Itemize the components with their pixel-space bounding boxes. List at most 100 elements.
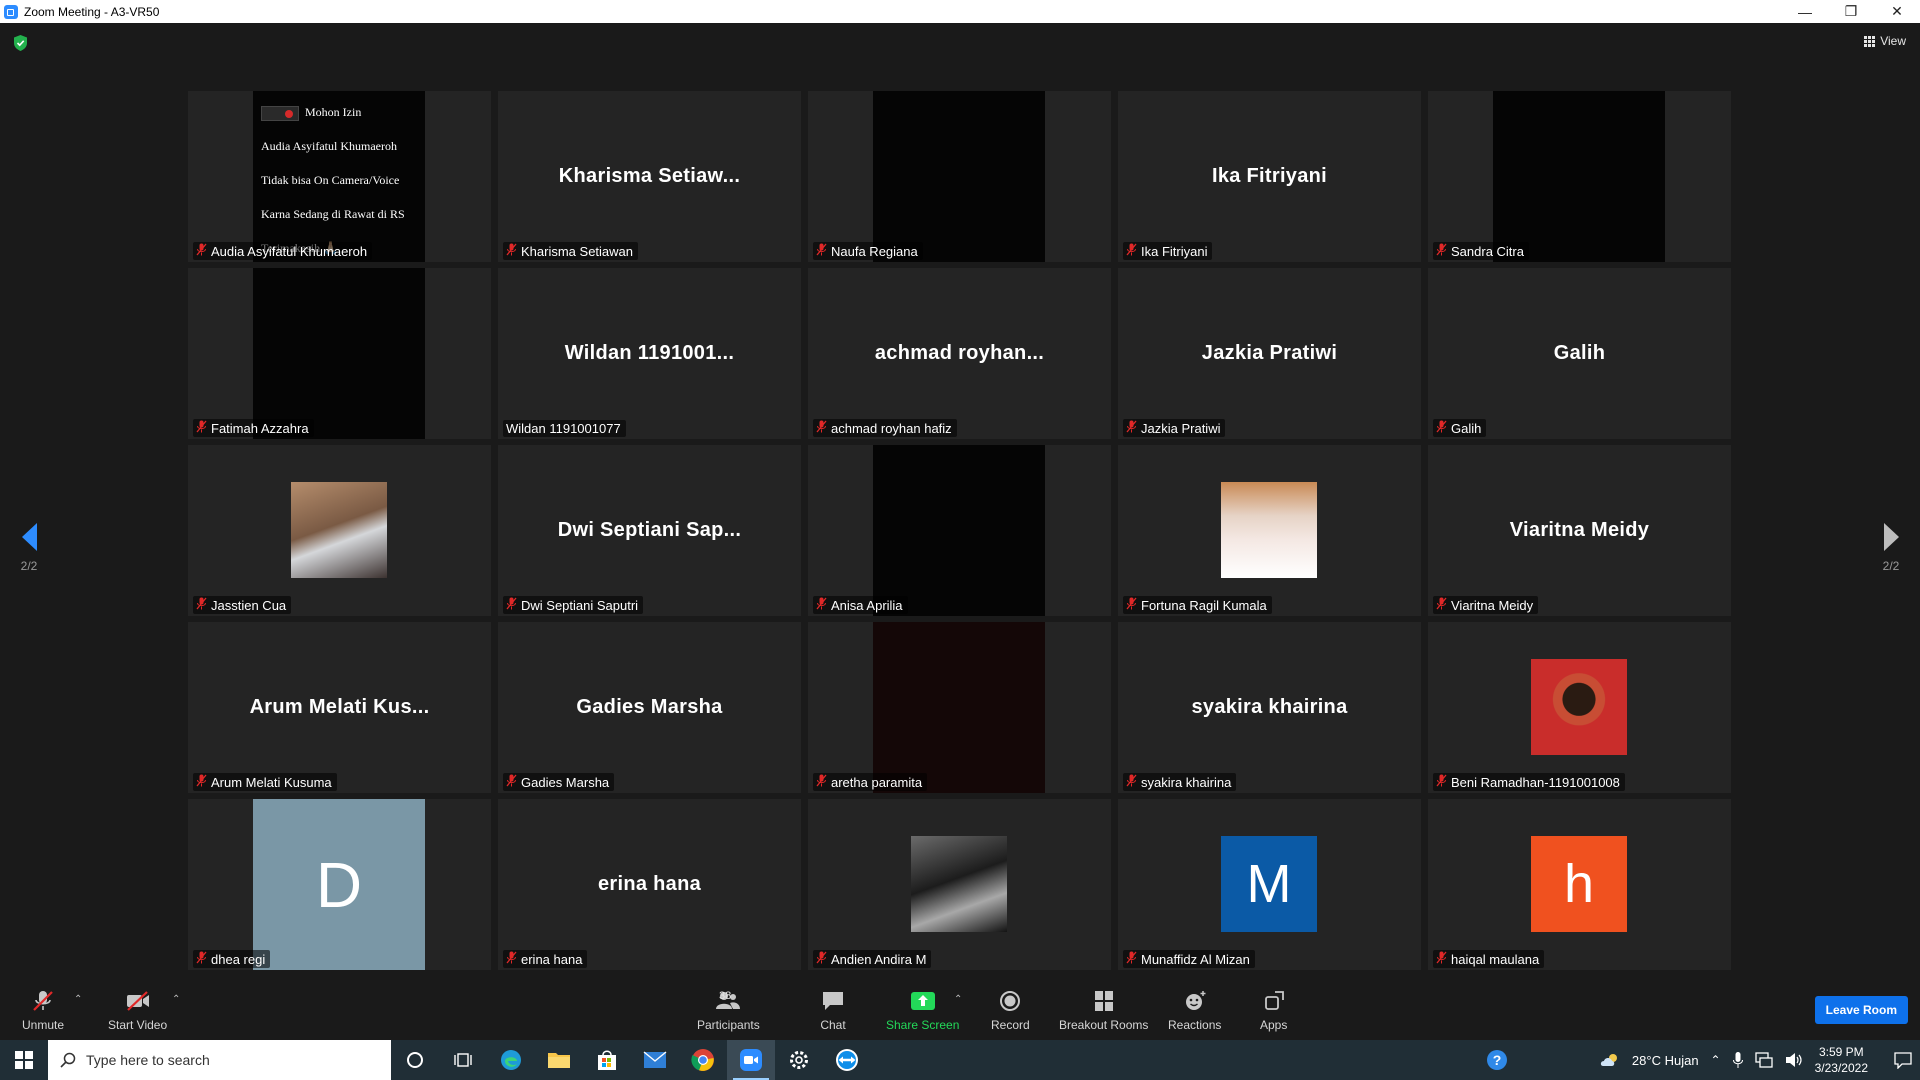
page-indicator-right: 2/2 — [1882, 559, 1900, 573]
encryption-shield-icon[interactable] — [13, 35, 28, 51]
participant-tile[interactable]: Beni Ramadhan-1191001008 — [1428, 622, 1731, 793]
mail-button[interactable] — [631, 1040, 679, 1080]
start-video-button[interactable]: Start Video — [108, 990, 167, 1032]
previous-page-button[interactable]: 2/2 — [14, 523, 44, 573]
participant-name: aretha paramita — [831, 774, 923, 790]
cortana-button[interactable] — [391, 1040, 439, 1080]
cortana-circle-icon — [407, 1052, 423, 1068]
participant-tile[interactable]: Andien Andira M — [808, 799, 1111, 970]
participant-tile[interactable]: syakira khairina syakira khairina — [1118, 622, 1421, 793]
breakout-rooms-button[interactable]: Breakout Rooms — [1059, 990, 1148, 1032]
record-label: Record — [991, 1018, 1030, 1032]
participant-tile[interactable]: Mohon Izin Audia Asyifatul Khumaeroh Tidak… — [188, 91, 491, 262]
audio-options-caret[interactable]: ⌃ — [74, 994, 82, 1005]
mic-muted-icon — [1436, 774, 1447, 790]
participant-name-label: Gadies Marsha — [503, 773, 615, 791]
participant-tile[interactable]: Gadies Marsha Gadies Marsha — [498, 622, 801, 793]
participant-name: erina hana — [521, 951, 583, 967]
participant-tile[interactable]: Dwi Septiani Sap... Dwi Septiani Saputri — [498, 445, 801, 616]
participant-name-label: Naufa Regiana — [813, 242, 923, 260]
leave-room-button[interactable]: Leave Room — [1814, 996, 1908, 1024]
chrome-button[interactable] — [679, 1040, 727, 1080]
restore-button[interactable]: ❐ — [1828, 0, 1874, 23]
clock-date: 3/23/2022 — [1814, 1061, 1868, 1075]
unmute-button[interactable]: Unmute — [22, 990, 64, 1032]
share-screen-button[interactable]: Share Screen — [886, 990, 959, 1032]
participant-display-name: Jazkia Pratiwi — [1201, 342, 1338, 364]
help-icon[interactable]: ? — [1486, 1049, 1508, 1071]
mic-muted-icon — [816, 597, 827, 613]
start-button[interactable] — [0, 1040, 48, 1080]
participant-tile[interactable]: Arum Melati Kus... Arum Melati Kusuma — [188, 622, 491, 793]
record-button[interactable]: Record — [991, 990, 1030, 1032]
participant-grid: Mohon Izin Audia Asyifatul Khumaeroh Tidak… — [188, 91, 1732, 970]
profile-photo — [291, 482, 387, 578]
participant-tile[interactable]: M Munaffidz Al Mizan — [1118, 799, 1421, 970]
participant-name-label: dhea regi — [193, 950, 271, 968]
network-icon[interactable] — [1754, 1052, 1773, 1068]
participant-tile[interactable]: Fatimah Azzahra — [188, 268, 491, 439]
participant-display-name: achmad royhan... — [874, 342, 1045, 364]
participant-tile[interactable]: Ddhea regi — [188, 799, 491, 970]
participant-name: Beni Ramadhan-1191001008 — [1451, 774, 1620, 790]
notifications-icon[interactable] — [1894, 1051, 1912, 1069]
task-view-button[interactable] — [439, 1040, 487, 1080]
minimize-button[interactable]: — — [1782, 0, 1828, 23]
microphone-tray-icon[interactable] — [1732, 1052, 1743, 1068]
window-title: Zoom Meeting - A3-VR50 — [24, 4, 160, 19]
avatar-initial: D — [253, 799, 425, 970]
participant-tile[interactable]: Galih Galih — [1428, 268, 1731, 439]
taskbar-clock[interactable]: 3:59 PM 3/23/2022 — [1815, 1044, 1868, 1076]
volume-icon[interactable] — [1785, 1052, 1803, 1068]
participant-tile[interactable]: Ika Fitriyani Ika Fitriyani — [1118, 91, 1421, 262]
participants-button[interactable]: 38 Participants — [697, 990, 760, 1032]
next-page-button[interactable]: 2/2 — [1876, 523, 1906, 573]
share-options-caret[interactable]: ⌃ — [954, 994, 962, 1005]
apps-button[interactable]: Apps — [1260, 990, 1287, 1032]
teamviewer-button[interactable] — [823, 1040, 871, 1080]
video-options-caret[interactable]: ⌃ — [172, 994, 180, 1005]
participant-tile[interactable]: Jasstien Cua — [188, 445, 491, 616]
taskbar-search-box[interactable]: Type here to search — [48, 1040, 391, 1080]
mic-muted-icon — [196, 951, 207, 967]
participant-tile[interactable]: erina hana erina hana — [498, 799, 801, 970]
participant-tile[interactable]: achmad royhan... achmad royhan hafiz — [808, 268, 1111, 439]
file-explorer-button[interactable] — [535, 1040, 583, 1080]
zoom-taskbar-button[interactable] — [727, 1040, 775, 1080]
show-hidden-icons-chevron-icon[interactable]: ⌃ — [1711, 1053, 1721, 1067]
participant-tile[interactable]: Jazkia Pratiwi Jazkia Pratiwi — [1118, 268, 1421, 439]
microphone-muted-icon — [33, 991, 53, 1011]
arrow-right-icon — [1883, 523, 1899, 551]
chat-button[interactable]: Chat — [820, 990, 846, 1032]
windows-taskbar: Type here to search ? 28°C Hujan ⌃ 3:59 … — [0, 1040, 1920, 1080]
close-button[interactable]: ✕ — [1874, 0, 1920, 23]
participant-tile[interactable]: Anisa Aprilia — [808, 445, 1111, 616]
window-controls: — ❐ ✕ — [1782, 0, 1920, 23]
weather-text[interactable]: 28°C Hujan — [1632, 1053, 1699, 1068]
participant-name-label: Jasstien Cua — [193, 596, 292, 614]
participant-display-name: Ika Fitriyani — [1211, 165, 1328, 187]
settings-button[interactable] — [775, 1040, 823, 1080]
mic-muted-icon — [1436, 951, 1447, 967]
microsoft-store-button[interactable] — [583, 1040, 631, 1080]
edge-browser-button[interactable] — [487, 1040, 535, 1080]
search-placeholder: Type here to search — [86, 1052, 210, 1068]
participant-display-name: syakira khairina — [1191, 696, 1348, 718]
participant-name-label: achmad royhan hafiz — [813, 419, 957, 437]
participant-tile[interactable]: Fortuna Ragil Kumala — [1118, 445, 1421, 616]
participant-tile[interactable]: Naufa Regiana — [808, 91, 1111, 262]
participant-tile[interactable]: aretha paramita — [808, 622, 1111, 793]
participant-tile[interactable]: Viaritna Meidy Viaritna Meidy — [1428, 445, 1731, 616]
participant-tile[interactable]: h haiqal maulana — [1428, 799, 1731, 970]
participant-tile[interactable]: Sandra Citra — [1428, 91, 1731, 262]
task-view-icon — [454, 1053, 472, 1067]
participant-display-name: Kharisma Setiaw... — [558, 165, 741, 187]
participant-tile[interactable]: Wildan 1191001... Wildan 1191001077 — [498, 268, 801, 439]
participant-name: Gadies Marsha — [521, 774, 610, 790]
participant-name-label: Ika Fitriyani — [1123, 242, 1213, 260]
participant-display-name: Wildan 1191001... — [564, 342, 735, 364]
reactions-button[interactable]: Reactions — [1168, 990, 1221, 1032]
participant-tile[interactable]: Kharisma Setiaw... Kharisma Setiawan — [498, 91, 801, 262]
view-button[interactable]: View — [1864, 34, 1906, 48]
participant-name-label: Sandra Citra — [1433, 242, 1529, 260]
